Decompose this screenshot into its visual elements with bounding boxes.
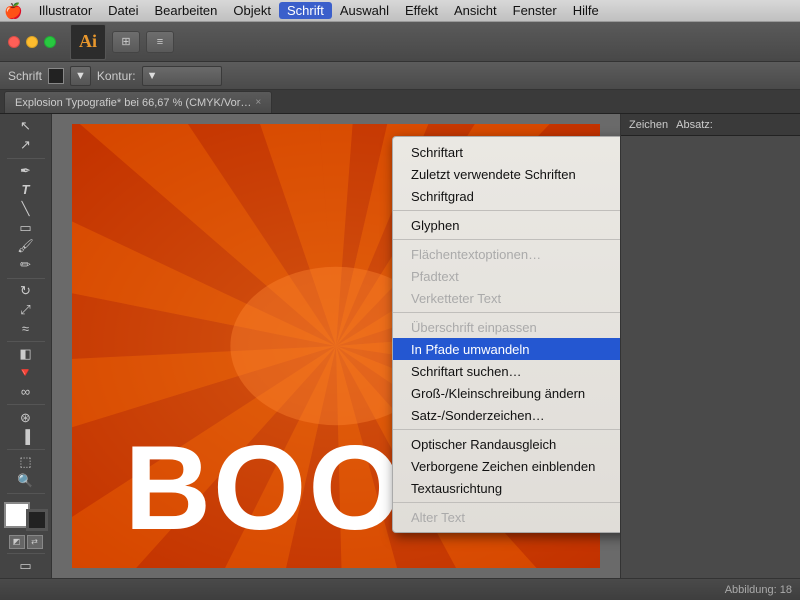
menubar-schrift[interactable]: Schrift [279, 2, 332, 19]
toolpanel: ↖ ↗ ✒ T ╲ ▭ 🖌 ✏ ↻ ⤢ ≈ ◧ 🔻 ∞ ⊛ ▐ ⬚ 🔍 [0, 114, 52, 578]
ai-logo: Ai [70, 24, 106, 60]
app-window: Ai ⊞ ≡ Schrift ▼ Kontur: ▼ Explosion Typ… [0, 22, 800, 600]
kontur-label: Kontur: [97, 69, 136, 83]
main-area: ↖ ↗ ✒ T ╲ ▭ 🖌 ✏ ↻ ⤢ ≈ ◧ 🔻 ∞ ⊛ ▐ ⬚ 🔍 [0, 114, 800, 578]
schrift-label: Schrift [8, 69, 42, 83]
tab-close-button[interactable]: × [255, 97, 261, 108]
menu-item-schriftart-suchen[interactable]: Schriftart suchen… [393, 360, 620, 382]
toolbar-btn-2[interactable]: ≡ [146, 31, 174, 53]
apple-menu[interactable]: 🍎 [4, 2, 23, 20]
pen-tool[interactable]: ✒ [4, 162, 48, 179]
separator-1 [393, 210, 620, 211]
tool-separator-4 [7, 404, 45, 405]
tool-separator-5 [7, 449, 45, 450]
panel-header: Zeichen Absatz: [621, 114, 800, 136]
default-colors-icon[interactable]: ◩ [9, 535, 25, 549]
separator-4 [393, 429, 620, 430]
menubar-fenster[interactable]: Fenster [505, 2, 565, 19]
artboard-tool[interactable]: ⬚ [4, 454, 48, 471]
pencil-tool[interactable]: ✏ [4, 257, 48, 274]
menu-item-textausrichtung[interactable]: Textausrichtung ▶ [393, 477, 620, 499]
font-dropdown[interactable]: ▼ [70, 66, 91, 86]
menu-item-flaechentextoptionen[interactable]: Flächentextoptionen… [393, 243, 620, 265]
menubar-illustrator[interactable]: Illustrator [31, 2, 100, 19]
menu-item-verketteter-text[interactable]: Verketteter Text ▶ [393, 287, 620, 309]
column-graph-tool[interactable]: ▐ [4, 428, 48, 445]
document-tab[interactable]: Explosion Typografie* bei 66,67 % (CMYK/… [4, 91, 272, 113]
menubar-auswahl[interactable]: Auswahl [332, 2, 397, 19]
schrift-toolbar: Schrift ▼ Kontur: ▼ [0, 62, 800, 90]
menubar-ansicht[interactable]: Ansicht [446, 2, 505, 19]
rotate-tool[interactable]: ↻ [4, 282, 48, 299]
menu-item-glyphen[interactable]: Glyphen [393, 214, 620, 236]
menubar-objekt[interactable]: Objekt [225, 2, 279, 19]
tool-separator-6 [7, 493, 45, 494]
selection-tool[interactable]: ↖ [4, 118, 48, 135]
menubar-hilfe[interactable]: Hilfe [565, 2, 607, 19]
stroke-color[interactable] [26, 509, 48, 531]
tab-bar: Explosion Typografie* bei 66,67 % (CMYK/… [0, 90, 800, 114]
menu-item-in-pfade-umwandeln[interactable]: In Pfade umwandeln ⇧⌘O [393, 338, 620, 360]
menu-item-verborgene-zeichen[interactable]: Verborgene Zeichen einblenden ⌥⌘I [393, 455, 620, 477]
line-tool[interactable]: ╲ [4, 200, 48, 217]
menubar-effekt[interactable]: Effekt [397, 2, 446, 19]
tool-separator-2 [7, 278, 45, 279]
direct-selection-tool[interactable]: ↗ [4, 137, 48, 154]
zeichen-label: Zeichen [629, 119, 668, 131]
paintbrush-tool[interactable]: 🖌 [4, 238, 48, 255]
traffic-lights [8, 36, 56, 48]
tool-separator-7 [7, 553, 45, 554]
menu-item-gross-klein[interactable]: Groß-/Kleinschreibung ändern ▶ [393, 382, 620, 404]
menu-item-pfadtext[interactable]: Pfadtext ▶ [393, 265, 620, 287]
eyedropper-tool[interactable]: 🔻 [4, 365, 48, 382]
mini-icons: ◩ ⇄ [9, 535, 43, 549]
zoom-tool[interactable]: 🔍 [4, 472, 48, 489]
tool-separator-1 [7, 158, 45, 159]
main-toolbar: Ai ⊞ ≡ [0, 22, 800, 62]
blend-tool[interactable]: ∞ [4, 384, 48, 401]
status-text: Abbildung: 18 [725, 584, 792, 596]
maximize-button[interactable] [44, 36, 56, 48]
shape-tool[interactable]: ▭ [4, 219, 48, 236]
kontur-dropdown[interactable]: ▼ [142, 66, 222, 86]
schrift-dropdown-menu[interactable]: Schriftart ▶ Zuletzt verwendete Schrifte… [392, 136, 620, 533]
menu-item-optischer-rand[interactable]: Optischer Randausgleich [393, 433, 620, 455]
toolbar-btn-1[interactable]: ⊞ [112, 31, 140, 53]
menubar: 🍎 Illustrator Datei Bearbeiten Objekt Sc… [0, 0, 800, 22]
separator-5 [393, 502, 620, 503]
color-area [4, 502, 48, 531]
status-bar: Abbildung: 18 [0, 578, 800, 600]
absatz-label: Absatz: [676, 119, 713, 131]
minimize-button[interactable] [26, 36, 38, 48]
screen-mode-btn[interactable]: ▭ [4, 557, 48, 574]
menubar-datei[interactable]: Datei [100, 2, 146, 19]
menu-item-schriftgrad[interactable]: Schriftgrad ▶ [393, 185, 620, 207]
type-tool[interactable]: T [4, 181, 48, 198]
menubar-bearbeiten[interactable]: Bearbeiten [147, 2, 226, 19]
close-button[interactable] [8, 36, 20, 48]
right-panel: Zeichen Absatz: [620, 114, 800, 578]
tool-separator-3 [7, 341, 45, 342]
menu-item-alter-text[interactable]: Alter Text ▶ [393, 506, 620, 528]
color-swatch[interactable] [48, 68, 64, 84]
separator-2 [393, 239, 620, 240]
separator-3 [393, 312, 620, 313]
menu-item-zuletzt[interactable]: Zuletzt verwendete Schriften ▶ [393, 163, 620, 185]
symbol-tool[interactable]: ⊛ [4, 409, 48, 426]
canvas-area[interactable]: BOOM! Schriftart ▶ Zuletzt verwendete Sc… [52, 114, 620, 578]
swap-colors-icon[interactable]: ⇄ [27, 535, 43, 549]
menu-item-ueberschrift[interactable]: Überschrift einpassen [393, 316, 620, 338]
tab-title: Explosion Typografie* bei 66,67 % (CMYK/… [15, 97, 251, 109]
menu-item-schriftart[interactable]: Schriftart ▶ [393, 141, 620, 163]
scale-tool[interactable]: ⤢ [4, 301, 48, 318]
warp-tool[interactable]: ≈ [4, 320, 48, 337]
gradient-tool[interactable]: ◧ [4, 346, 48, 363]
menu-item-satz-sonderzeichen[interactable]: Satz-/Sonderzeichen… [393, 404, 620, 426]
